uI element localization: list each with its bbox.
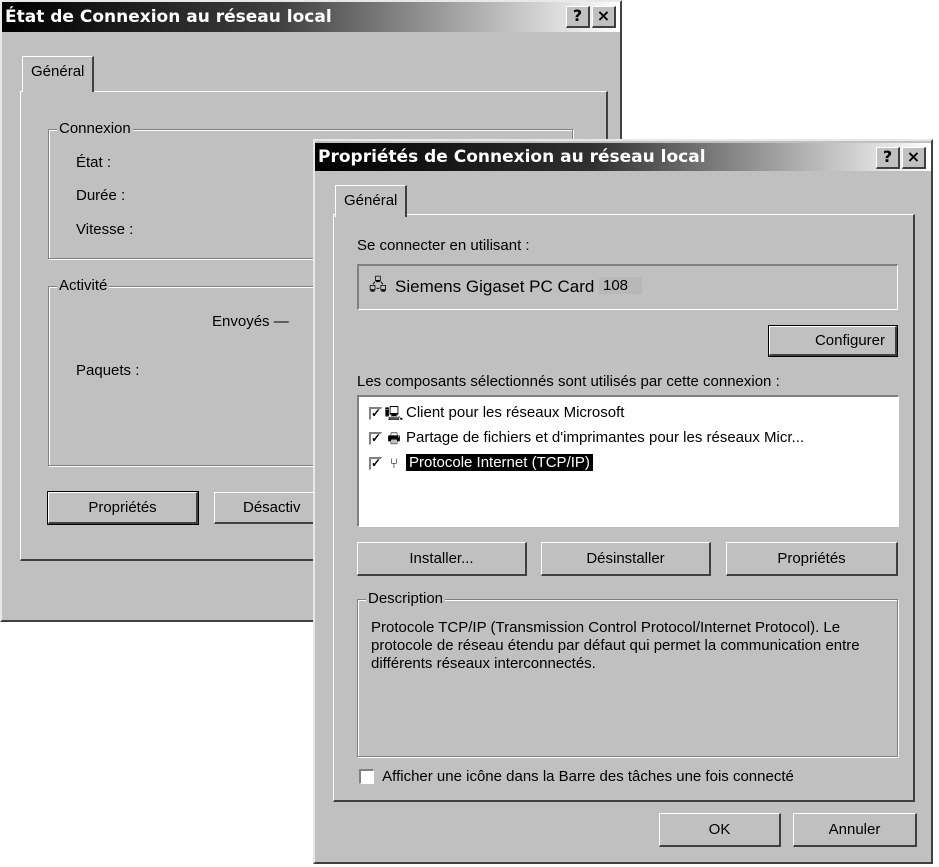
properties-tab-general[interactable]: Général: [335, 185, 408, 217]
tab-general[interactable]: Général: [22, 56, 95, 92]
properties-dialog: Propriétés de Connexion au réseau local …: [313, 139, 933, 864]
component-label: Client pour les réseaux Microsoft: [406, 404, 625, 421]
properties-dialog-title: Propriétés de Connexion au réseau local: [318, 147, 706, 167]
cancel-button[interactable]: Annuler: [793, 813, 917, 847]
component-checkbox[interactable]: ✓: [369, 456, 382, 470]
properties-dialog-titlebar[interactable]: Propriétés de Connexion au réseau local: [315, 143, 931, 171]
etat-label: État :: [76, 154, 112, 171]
component-checkbox[interactable]: ✓: [369, 406, 382, 420]
envoyes-label: Envoyés —: [212, 313, 289, 330]
properties-button[interactable]: Propriétés: [726, 542, 898, 576]
close-button[interactable]: ×: [592, 6, 616, 28]
adapter-name: Siemens Gigaset PC Card: [395, 277, 595, 296]
description-text: Protocole TCP/IP (Transmission Control P…: [371, 619, 860, 672]
help-button[interactable]: ?: [566, 6, 590, 28]
activite-legend: Activité: [57, 277, 110, 295]
adapter-field: 🖧 Siemens Gigaset PC Card 108: [357, 264, 898, 310]
computer-icon: 🖳: [384, 405, 404, 422]
show-icon-checkbox[interactable]: [359, 768, 374, 784]
description-legend: Description: [366, 590, 446, 608]
components-label: Les composants sélectionnés sont utilisé…: [357, 373, 780, 390]
install-button[interactable]: Installer...: [357, 542, 527, 576]
vitesse-label: Vitesse :: [76, 221, 134, 238]
status-dialog-titlebar[interactable]: État de Connexion au réseau local: [2, 2, 620, 32]
paquets-label: Paquets :: [76, 362, 140, 379]
show-icon-checkbox-row[interactable]: Afficher une icône dans la Barre des tâc…: [359, 767, 794, 785]
properties-close-button[interactable]: ×: [902, 147, 926, 169]
status-dialog-title: État de Connexion au réseau local: [5, 7, 332, 27]
component-checkbox[interactable]: ✓: [369, 431, 382, 445]
network-card-icon: 🖧: [369, 277, 387, 294]
status-properties-button[interactable]: Propriétés: [47, 491, 199, 525]
list-item[interactable]: ✓ 🖶 Partage de fichiers et d'imprimantes p…: [369, 427, 804, 449]
component-label: Partage de fichiers et d'imprimantes pou…: [406, 429, 805, 446]
adapter-suffix: 108: [599, 277, 643, 294]
protocol-icon: ⑂: [389, 455, 399, 472]
connexion-legend: Connexion: [57, 120, 133, 138]
components-list[interactable]: ✓ 🖳 Client pour les réseaux Microsoft ✓ 🖶 Pa…: [357, 395, 899, 527]
printer-share-icon: 🖶: [387, 430, 401, 447]
ok-button[interactable]: OK: [659, 813, 781, 847]
connect-using-label: Se connecter en utilisant :: [357, 237, 530, 254]
component-label: Protocole Internet (TCP/IP): [406, 454, 593, 471]
duree-label: Durée :: [76, 187, 126, 204]
configure-button[interactable]: Configurer: [768, 325, 898, 357]
show-icon-label: Afficher une icône dans la Barre des tâc…: [382, 767, 794, 785]
list-item[interactable]: ✓ 🖳 Client pour les réseaux Microsoft: [369, 402, 624, 424]
properties-help-button[interactable]: ?: [876, 147, 900, 169]
list-item[interactable]: ✓ ⑂ Protocole Internet (TCP/IP): [369, 452, 593, 474]
uninstall-button[interactable]: Désinstaller: [541, 542, 711, 576]
